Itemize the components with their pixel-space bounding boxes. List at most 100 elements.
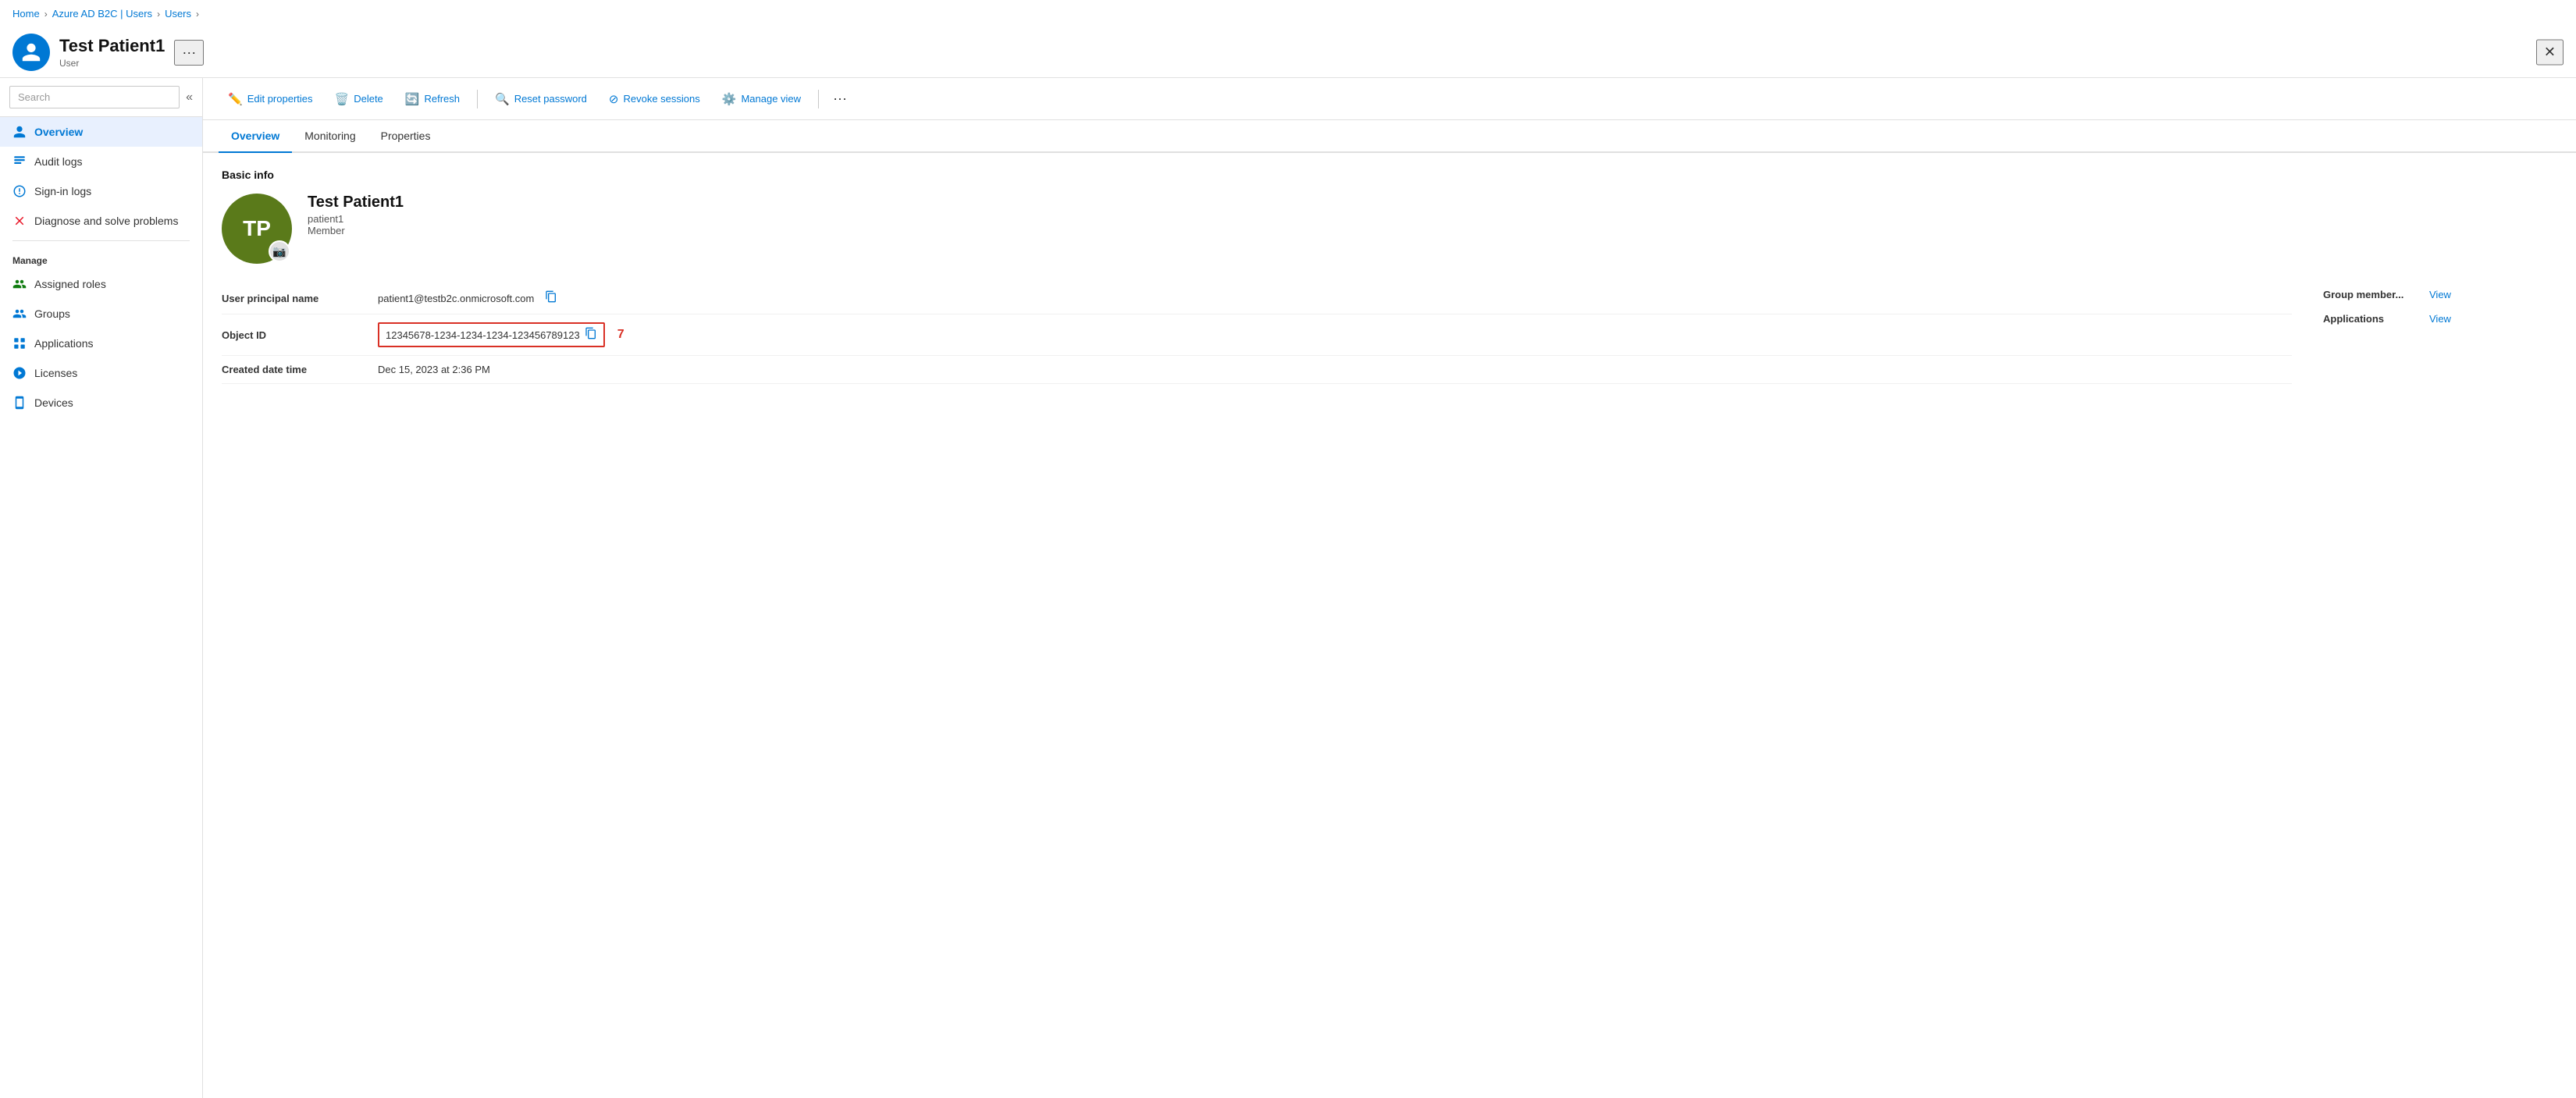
object-id-row: Object ID 12345678-1234-1234-1234-123456… xyxy=(222,314,2292,356)
breadcrumb-sep-3: › xyxy=(196,9,199,20)
copy-object-id-button[interactable] xyxy=(585,327,597,343)
content-body: Basic info TP 📷 Test Patient1 patient1 M… xyxy=(203,153,2576,1098)
copy-upn-button[interactable] xyxy=(545,290,557,306)
applications-right-row: Applications View xyxy=(2323,313,2557,325)
sidebar-item-overview[interactable]: Overview xyxy=(0,117,202,147)
upn-label: User principal name xyxy=(222,293,378,304)
sidebar-item-diagnose-label: Diagnose and solve problems xyxy=(34,215,178,227)
toolbar-divider-1 xyxy=(477,90,478,108)
edit-properties-button[interactable]: ✏️ Edit properties xyxy=(219,87,322,111)
sidebar-item-audit-logs-label: Audit logs xyxy=(34,155,82,168)
revoke-sessions-icon: ⊘ xyxy=(609,92,619,106)
sidebar-item-audit-logs[interactable]: Audit logs xyxy=(0,147,202,176)
sidebar-item-devices-label: Devices xyxy=(34,396,73,409)
sidebar-item-overview-label: Overview xyxy=(34,126,83,138)
close-button[interactable]: ✕ xyxy=(2536,40,2564,66)
revoke-sessions-button[interactable]: ⊘ Revoke sessions xyxy=(600,87,710,111)
manage-view-label: Manage view xyxy=(741,93,801,105)
signin-logs-icon xyxy=(12,184,27,198)
breadcrumb-sep-2: › xyxy=(157,9,160,20)
tab-overview[interactable]: Overview xyxy=(219,120,292,153)
header-title-block: Test Patient1 User xyxy=(59,36,165,69)
user-silhouette-icon xyxy=(20,41,42,63)
info-section: User principal name patient1@testb2c.onm… xyxy=(222,282,2557,384)
edit-icon: ✏️ xyxy=(228,92,243,106)
upn-value-container: patient1@testb2c.onmicrosoft.com xyxy=(378,290,557,306)
refresh-label: Refresh xyxy=(424,93,460,105)
breadcrumb-users[interactable]: Users xyxy=(165,8,191,20)
applications-view-link[interactable]: View xyxy=(2429,313,2451,325)
sidebar-item-signin-logs-label: Sign-in logs xyxy=(34,185,91,197)
breadcrumb: Home › Azure AD B2C | Users › Users › xyxy=(0,0,2576,27)
refresh-icon: 🔄 xyxy=(405,92,420,106)
tab-properties[interactable]: Properties xyxy=(368,120,443,153)
basic-info-title: Basic info xyxy=(222,169,2557,181)
user-role: Member xyxy=(308,225,404,236)
user-card: TP 📷 Test Patient1 patient1 Member xyxy=(222,194,2557,264)
delete-icon: 🗑️ xyxy=(335,92,350,106)
main-layout: « Overview Audit logs Sign-in logs xyxy=(0,78,2576,1098)
tab-monitoring[interactable]: Monitoring xyxy=(292,120,368,153)
reset-password-label: Reset password xyxy=(514,93,587,105)
toolbar-more-button[interactable]: ··· xyxy=(827,86,853,112)
camera-icon: 📷 xyxy=(272,245,286,258)
sidebar-item-applications[interactable]: Applications xyxy=(0,329,202,358)
manage-section-label: Manage xyxy=(0,246,202,269)
manage-view-icon: ⚙️ xyxy=(722,92,737,106)
right-panel: Group member... View Applications View xyxy=(2323,282,2557,384)
sidebar-section-divider xyxy=(12,240,190,241)
user-info-block: Test Patient1 patient1 Member xyxy=(308,194,404,236)
licenses-icon xyxy=(12,366,27,380)
breadcrumb-home[interactable]: Home xyxy=(12,8,40,20)
delete-button[interactable]: 🗑️ Delete xyxy=(326,87,393,111)
breadcrumb-azure[interactable]: Azure AD B2C | Users xyxy=(52,8,152,20)
groups-icon xyxy=(12,307,27,321)
diagnose-icon xyxy=(12,214,27,228)
object-id-label: Object ID xyxy=(222,329,378,341)
change-photo-button[interactable]: 📷 xyxy=(269,240,290,262)
revoke-sessions-label: Revoke sessions xyxy=(623,93,699,105)
toolbar-divider-2 xyxy=(818,90,819,108)
manage-view-button[interactable]: ⚙️ Manage view xyxy=(713,87,810,111)
refresh-button[interactable]: 🔄 Refresh xyxy=(396,87,469,111)
user-avatar: TP 📷 xyxy=(222,194,292,264)
sidebar-item-signin-logs[interactable]: Sign-in logs xyxy=(0,176,202,206)
user-handle: patient1 xyxy=(308,213,404,225)
breadcrumb-sep-1: › xyxy=(44,9,48,20)
sidebar-item-groups-label: Groups xyxy=(34,307,70,320)
upn-value: patient1@testb2c.onmicrosoft.com xyxy=(378,293,534,304)
page-title: Test Patient1 xyxy=(59,36,165,56)
content-area: ✏️ Edit properties 🗑️ Delete 🔄 Refresh 🔍… xyxy=(203,78,2576,1098)
reset-password-icon: 🔍 xyxy=(495,92,510,106)
search-bar: « xyxy=(0,78,202,117)
reset-password-button[interactable]: 🔍 Reset password xyxy=(486,87,596,111)
info-fields: User principal name patient1@testb2c.onm… xyxy=(222,282,2292,384)
sidebar-item-assigned-roles-label: Assigned roles xyxy=(34,278,106,290)
assigned-roles-icon xyxy=(12,277,27,291)
created-date-value: Dec 15, 2023 at 2:36 PM xyxy=(378,364,490,375)
highlight-number: 7 xyxy=(617,328,624,342)
header-avatar xyxy=(12,34,50,71)
upn-row: User principal name patient1@testb2c.onm… xyxy=(222,282,2292,314)
sidebar: « Overview Audit logs Sign-in logs xyxy=(0,78,203,1098)
sidebar-item-diagnose[interactable]: Diagnose and solve problems xyxy=(0,206,202,236)
sidebar-item-applications-label: Applications xyxy=(34,337,94,350)
group-member-view-link[interactable]: View xyxy=(2429,289,2451,300)
collapse-button[interactable]: « xyxy=(186,91,193,105)
search-input[interactable] xyxy=(9,86,180,108)
sidebar-item-licenses-label: Licenses xyxy=(34,367,77,379)
group-member-label: Group member... xyxy=(2323,289,2417,300)
audit-logs-icon xyxy=(12,155,27,169)
sidebar-item-groups[interactable]: Groups xyxy=(0,299,202,329)
header-more-button[interactable]: ··· xyxy=(174,40,204,66)
sidebar-item-devices[interactable]: Devices xyxy=(0,388,202,418)
sidebar-item-licenses[interactable]: Licenses xyxy=(0,358,202,388)
edit-properties-label: Edit properties xyxy=(247,93,313,105)
devices-icon xyxy=(12,396,27,410)
applications-icon xyxy=(12,336,27,350)
toolbar: ✏️ Edit properties 🗑️ Delete 🔄 Refresh 🔍… xyxy=(203,78,2576,120)
avatar-initials: TP xyxy=(243,216,271,241)
sidebar-item-assigned-roles[interactable]: Assigned roles xyxy=(0,269,202,299)
created-date-row: Created date time Dec 15, 2023 at 2:36 P… xyxy=(222,356,2292,384)
delete-label: Delete xyxy=(354,93,383,105)
